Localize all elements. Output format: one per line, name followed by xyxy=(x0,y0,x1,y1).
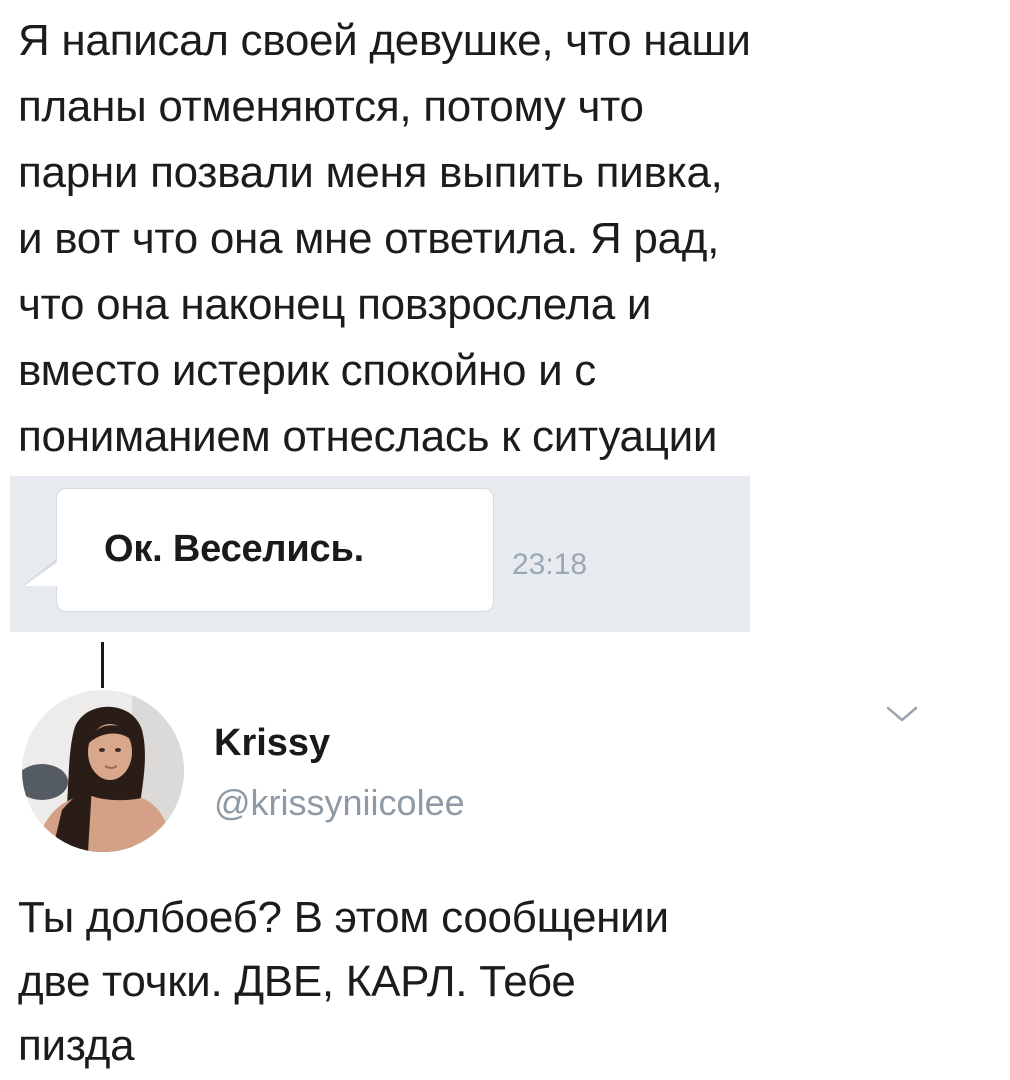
reply-line: Ты долбоеб? В этом сообщении xyxy=(18,893,669,942)
avatar[interactable] xyxy=(22,690,184,852)
post-line: что она наконец повзрослела и xyxy=(18,280,652,329)
post-line: парни позвали меня выпить пивка, xyxy=(18,148,723,197)
post-line: планы отменяются, потому что xyxy=(18,82,644,131)
thread-connector xyxy=(101,642,104,688)
chevron-down-icon[interactable] xyxy=(884,702,920,731)
post-line: Я написал своей девушке, что наши xyxy=(18,16,751,65)
reply-text: Ты долбоеб? В этом сообщении две точки. … xyxy=(18,886,988,1078)
post-text: Я написал своей девушке, что наши планы … xyxy=(18,8,988,470)
reply-line: две точки. ДВЕ, КАРЛ. Тебе xyxy=(18,957,576,1006)
user-handle[interactable]: @krissyniicolee xyxy=(214,782,465,824)
bubble-tail xyxy=(24,560,60,586)
post-line: вместо истерик спокойно и с xyxy=(18,346,596,395)
user-avatar-photo xyxy=(22,690,184,852)
user-display-name[interactable]: Krissy xyxy=(214,722,330,765)
chat-message-time: 23:18 xyxy=(512,548,588,581)
reply-line: пизда xyxy=(18,1021,135,1070)
post-line: и вот что она мне ответила. Я рад, xyxy=(18,214,720,263)
post-line: пониманием отнеслась к ситуации xyxy=(18,412,718,461)
chat-message-text: Ок. Веселись. xyxy=(104,528,364,570)
